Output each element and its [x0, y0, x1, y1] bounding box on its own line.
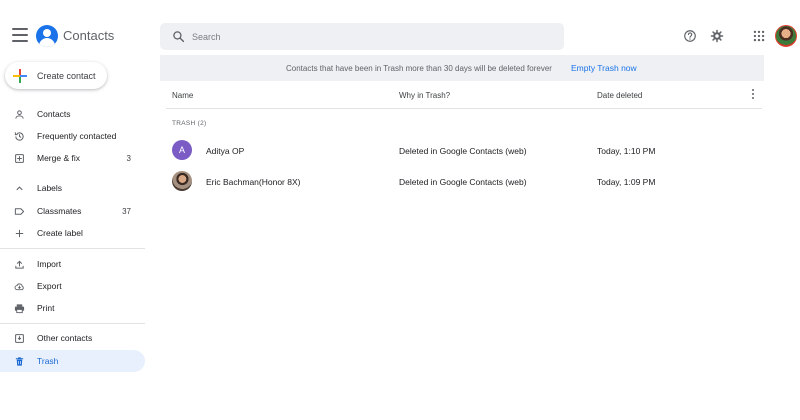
- date-deleted: Today, 1:09 PM: [597, 177, 656, 187]
- contact-photo-avatar: [172, 171, 192, 191]
- sidebar-divider: [0, 248, 145, 249]
- sidebar-item-label: Create label: [37, 228, 83, 238]
- history-icon: [14, 131, 24, 141]
- date-deleted: Today, 1:10 PM: [597, 146, 656, 156]
- account-avatar[interactable]: [775, 25, 797, 47]
- sidebar-item-label: Print: [37, 303, 55, 313]
- contacts-logo-icon: [36, 25, 58, 47]
- sidebar-item-trash[interactable]: Trash: [0, 350, 145, 372]
- sidebar-item-label: Other contacts: [37, 333, 93, 343]
- table-row[interactable]: Eric Bachman(Honor 8X) Deleted in Google…: [166, 167, 762, 197]
- column-header-name[interactable]: Name: [172, 91, 193, 100]
- plus-icon: [15, 229, 24, 237]
- sidebar-item-frequently-contacted[interactable]: Frequently contacted: [0, 126, 145, 146]
- printer-icon: [14, 303, 25, 313]
- sidebar-item-label: Export: [37, 281, 62, 291]
- sidebar-divider: [0, 323, 145, 324]
- sidebar-item-label: Contacts: [37, 109, 71, 119]
- gear-icon[interactable]: [710, 29, 724, 43]
- sidebar-item-label: Labels: [37, 183, 63, 193]
- sidebar-item-merge-fix[interactable]: Merge & fix 3: [0, 148, 145, 168]
- header-divider: [166, 108, 762, 109]
- sidebar-item-other-contacts[interactable]: Other contacts: [0, 328, 145, 348]
- sidebar-item-classmates[interactable]: Classmates 37: [0, 201, 145, 221]
- contact-avatar: A: [172, 140, 192, 160]
- chevron-up-icon: [16, 185, 23, 190]
- contact-name: Eric Bachman(Honor 8X): [206, 177, 301, 187]
- sidebar-item-count: 37: [122, 206, 131, 216]
- column-header-date[interactable]: Date deleted: [597, 91, 642, 100]
- section-label: TRASH (2): [172, 120, 207, 127]
- trash-notice-banner: Contacts that have been in Trash more th…: [160, 55, 764, 81]
- search-input[interactable]: [192, 27, 552, 46]
- help-icon[interactable]: [683, 29, 697, 43]
- contact-name: Aditya OP: [206, 146, 245, 156]
- sidebar-item-count: 3: [126, 153, 131, 163]
- column-header-reason[interactable]: Why in Trash?: [399, 91, 450, 100]
- more-vertical-icon[interactable]: [750, 89, 756, 101]
- sidebar-item-label: Frequently contacted: [37, 131, 117, 141]
- colored-plus-icon: [13, 68, 27, 83]
- sidebar-item-import[interactable]: Import: [0, 254, 145, 274]
- label-icon: [14, 207, 25, 215]
- trash-reason: Deleted in Google Contacts (web): [399, 146, 527, 156]
- banner-text: Contacts that have been in Trash more th…: [286, 64, 552, 73]
- sidebar-item-export[interactable]: Export: [0, 276, 145, 296]
- sidebar-item-label: Classmates: [37, 206, 82, 216]
- merge-icon: [15, 153, 24, 163]
- trash-icon: [15, 356, 24, 366]
- create-contact-button[interactable]: Create contact: [5, 62, 107, 89]
- person-icon: [15, 109, 24, 119]
- empty-trash-button[interactable]: Empty Trash now: [571, 63, 637, 73]
- apps-grid-icon[interactable]: [752, 29, 766, 43]
- app-title: Contacts: [63, 28, 115, 43]
- cloud-download-icon: [14, 282, 24, 290]
- sidebar-item-create-label[interactable]: Create label: [0, 223, 145, 243]
- search-icon[interactable]: [172, 30, 185, 43]
- sidebar-item-contacts[interactable]: Contacts: [0, 104, 145, 124]
- sidebar-item-labels[interactable]: Labels: [0, 178, 145, 198]
- trash-reason: Deleted in Google Contacts (web): [399, 177, 527, 187]
- create-contact-label: Create contact: [37, 70, 96, 81]
- main-menu-button[interactable]: [12, 28, 28, 42]
- sidebar-item-label: Merge & fix: [37, 153, 80, 163]
- upload-icon: [15, 260, 24, 269]
- sidebar-item-print[interactable]: Print: [0, 298, 145, 318]
- archive-icon: [15, 333, 24, 343]
- sidebar-item-label: Import: [37, 259, 62, 269]
- table-row[interactable]: A Aditya OP Deleted in Google Contacts (…: [166, 136, 762, 166]
- sidebar-item-label: Trash: [37, 356, 59, 366]
